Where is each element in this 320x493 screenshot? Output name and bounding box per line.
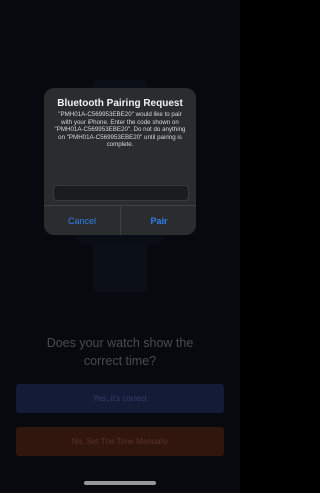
pairing-code-input[interactable] xyxy=(53,185,189,201)
bluetooth-pairing-alert: Bluetooth Pairing Request "PMH01A-C56995… xyxy=(44,88,196,235)
modal-overlay xyxy=(0,0,240,493)
pair-button[interactable]: Pair xyxy=(121,206,196,235)
app-screen: Does your watch show the correct time? Y… xyxy=(0,0,240,493)
alert-title: Bluetooth Pairing Request xyxy=(57,98,183,109)
cancel-button[interactable]: Cancel xyxy=(44,206,120,235)
alert-message: "PMH01A-C569953EBE20" would like to pair… xyxy=(54,111,186,149)
